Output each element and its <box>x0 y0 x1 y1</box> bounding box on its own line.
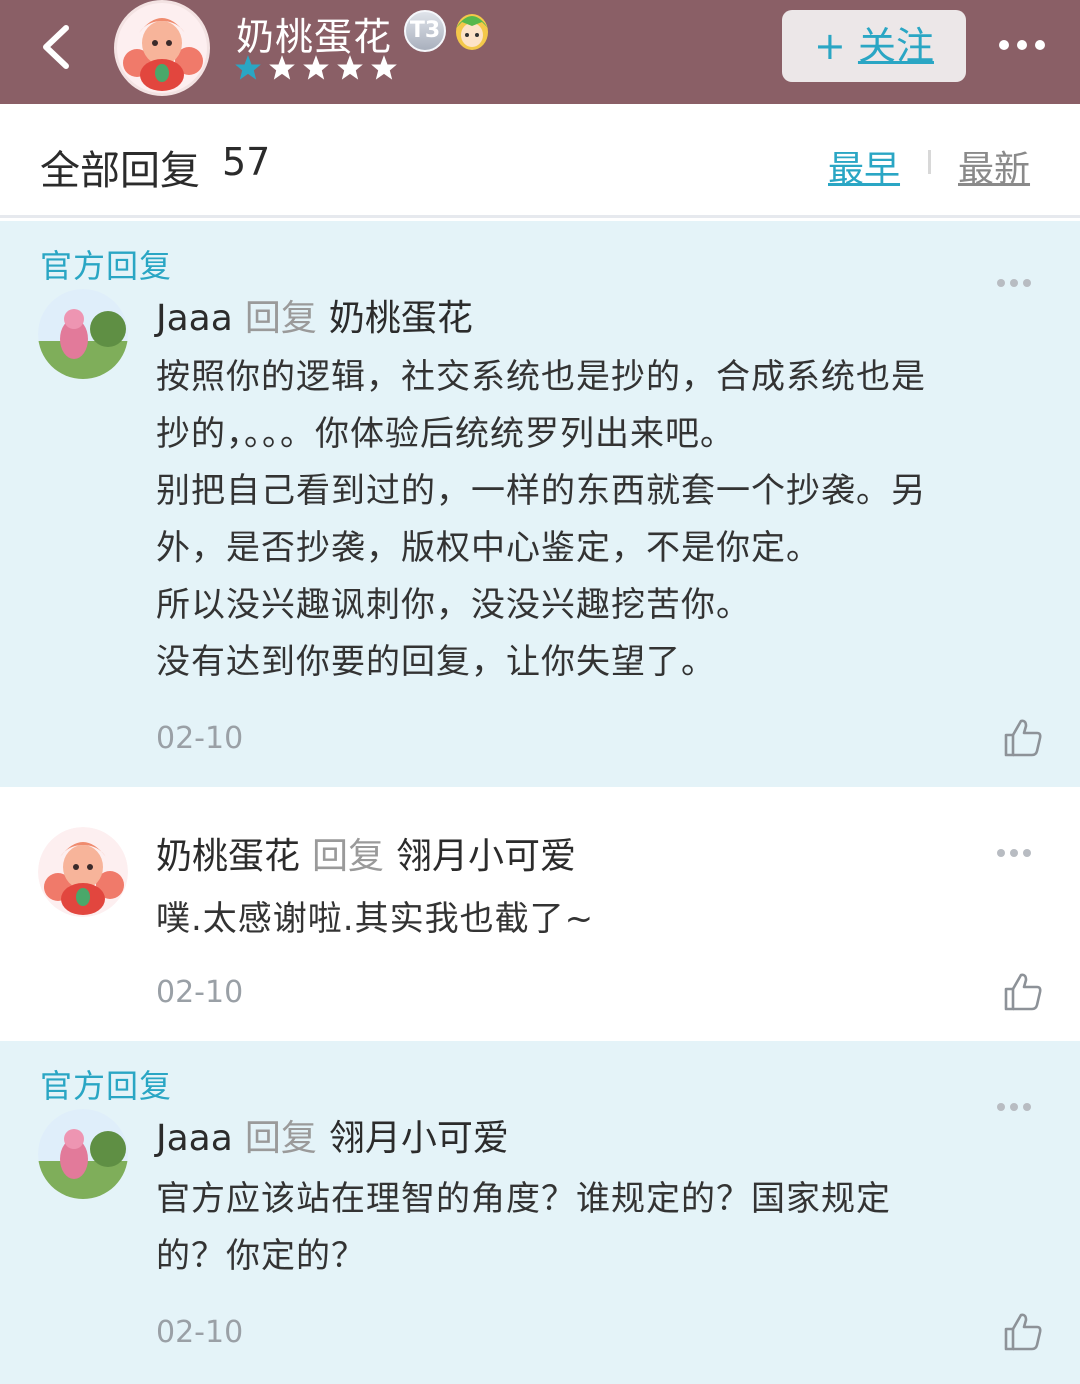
thumbs-up-icon[interactable] <box>1002 971 1044 1013</box>
reply-target[interactable]: 奶桃蛋花 <box>329 298 473 339</box>
star-empty-icon <box>371 55 397 80</box>
comment-body: 噗.太感谢啦.其实我也截了~ <box>156 891 1046 948</box>
all-replies-title: 全部回复 <box>40 148 200 194</box>
commenter-avatar[interactable] <box>38 827 128 917</box>
star-filled-icon <box>235 55 261 80</box>
comment-author[interactable]: Jaaa <box>156 1118 233 1159</box>
user-avatar[interactable] <box>114 0 210 96</box>
reply-target[interactable]: 翎月小可爱 <box>396 836 576 877</box>
thumbs-up-icon[interactable] <box>1002 1311 1044 1353</box>
comment-line: 的？你定的？ <box>156 1236 366 1276</box>
follow-label: 关注 <box>857 24 934 68</box>
sort-newest-tab[interactable]: 最新 <box>958 140 1030 192</box>
comment-item: 奶桃蛋花 回复 翎月小可爱 噗.太感谢啦.其实我也截了~ 02-10 <box>0 787 1080 1041</box>
comment-more-icon[interactable] <box>996 277 1032 289</box>
comment-line: 抄的，。。。你体验后统统罗列出来吧。 <box>156 414 735 454</box>
comment-header: 奶桃蛋花 回复 翎月小可爱 <box>156 827 576 879</box>
star-empty-icon <box>337 55 363 80</box>
comment-author[interactable]: 奶桃蛋花 <box>156 836 300 877</box>
star-empty-icon <box>303 55 329 80</box>
comment-date: 02-10 <box>156 721 244 756</box>
comment-line: 噗.太感谢啦.其实我也截了~ <box>156 899 595 939</box>
comment-line: 别把自己看到过的，一样的东西就套一个抄袭。另 <box>156 471 926 511</box>
sort-earliest-tab[interactable]: 最早 <box>828 140 900 192</box>
comment-item: 官方回复 Jaaa 回复 翎月小可爱 官方应该站在理智的角度？谁规定的？国家规定 的… <box>0 1041 1080 1384</box>
comment-date: 02-10 <box>156 1315 244 1350</box>
comment-date: 02-10 <box>156 975 244 1010</box>
top-bar: 奶桃蛋花 T3 + 关注 <box>0 0 1080 104</box>
official-reply-tag: 官方回复 <box>40 1067 173 1105</box>
commenter-avatar[interactable] <box>38 1109 128 1199</box>
thumbs-up-icon[interactable] <box>1002 717 1044 759</box>
comment-more-icon[interactable] <box>996 1101 1032 1113</box>
reply-word: 回复 <box>244 298 317 339</box>
comment-header: Jaaa 回复 奶桃蛋花 <box>156 289 473 341</box>
level-badge: T3 <box>404 10 446 52</box>
plus-icon: + <box>814 24 846 68</box>
user-name[interactable]: 奶桃蛋花 <box>236 6 392 61</box>
comment-body: 官方应该站在理智的角度？谁规定的？国家规定 的？你定的？ <box>156 1171 1046 1285</box>
comment-line: 没有达到你要的回复，让你失望了。 <box>156 642 716 682</box>
character-badge-icon <box>456 14 488 50</box>
comment-body: 按照你的逻辑，社交系统也是抄的，合成系统也是 抄的，。。。你体验后统统罗列出来吧… <box>156 349 1046 691</box>
sort-divider <box>928 150 931 174</box>
comment-line: 按照你的逻辑，社交系统也是抄的，合成系统也是 <box>156 357 926 397</box>
comment-line: 所以没兴趣讽刺你，没没兴趣挖苦你。 <box>156 585 751 625</box>
comment-line: 官方应该站在理智的角度？谁规定的？国家规定 <box>156 1179 891 1219</box>
comment-line: 外，是否抄袭，版权中心鉴定，不是你定。 <box>156 528 821 568</box>
commenter-avatar[interactable] <box>38 289 128 379</box>
comment-item: 官方回复 Jaaa 回复 奶桃蛋花 按照你的逻辑，社交系统也是抄的，合成系统也是 抄… <box>0 221 1080 787</box>
star-empty-icon <box>269 55 295 80</box>
comment-more-icon[interactable] <box>996 847 1032 859</box>
reply-word: 回复 <box>244 1118 317 1159</box>
comment-header: Jaaa 回复 翎月小可爱 <box>156 1109 509 1161</box>
comment-author[interactable]: Jaaa <box>156 298 233 339</box>
rating-stars <box>234 54 398 82</box>
reply-target[interactable]: 翎月小可爱 <box>329 1118 509 1159</box>
back-icon[interactable] <box>36 22 80 72</box>
follow-button[interactable]: + 关注 <box>782 10 966 82</box>
more-icon[interactable] <box>996 32 1048 58</box>
official-reply-tag: 官方回复 <box>40 247 173 285</box>
replies-header: 全部回复 57 最早 最新 <box>0 104 1080 218</box>
reply-word: 回复 <box>312 836 385 877</box>
reply-count: 57 <box>222 140 271 184</box>
